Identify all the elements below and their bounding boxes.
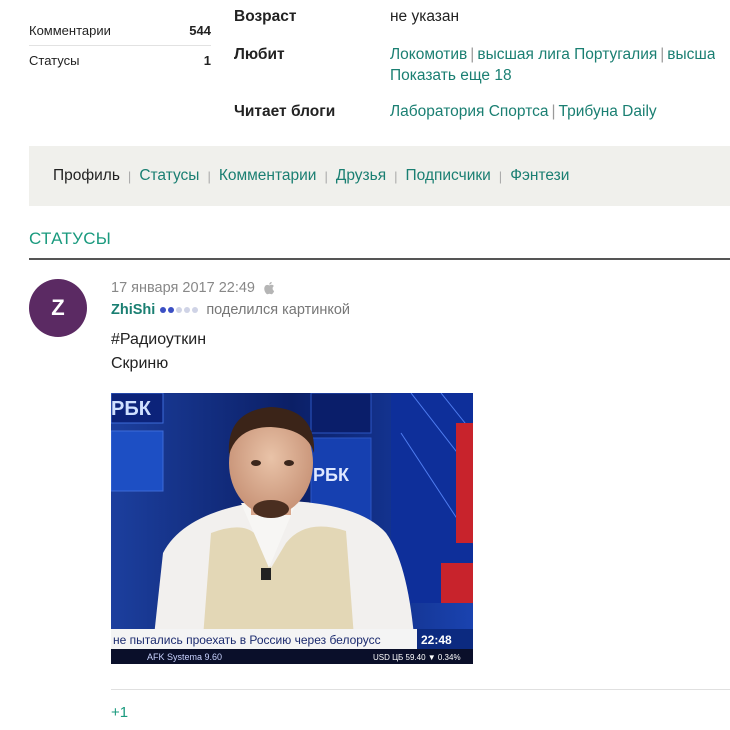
stat-comments[interactable]: Комментарии 544 <box>29 16 211 45</box>
info-row-blogs: Читает блоги Лаборатория Спортса | Трибуна… <box>234 101 657 122</box>
info-row-likes: Любит Локомотив | высшая лига Португалия | в… <box>234 44 715 86</box>
profile-page: Комментарии 544 Статусы 1 Возраст не ука… <box>0 0 730 730</box>
rating-dot <box>176 307 183 313</box>
post-author-row: ZhiShi поделился картинкой <box>111 302 350 318</box>
nav-separator: | <box>394 168 398 184</box>
show-more-link[interactable]: Показать еще 18 <box>390 65 715 86</box>
nav-separator: | <box>498 168 503 184</box>
info-label: Возраст <box>234 8 297 25</box>
post-divider <box>111 689 730 690</box>
nav-fantasy[interactable]: Фэнтези <box>510 167 569 185</box>
rating-dot <box>192 307 199 313</box>
apple-icon <box>264 281 275 295</box>
post-meta: 17 января 2017 22:49 <box>111 280 275 296</box>
channel-logo: РБК <box>313 465 350 485</box>
section-divider <box>29 258 730 260</box>
post-image[interactable]: РБК РБК не пытались проехать в Россию че… <box>111 393 473 664</box>
tv-screenshot: РБК РБК не пытались проехать в Россию че… <box>111 393 473 664</box>
nav-friends[interactable]: Друзья <box>336 167 386 185</box>
like-link[interactable]: высшая лига Португалия <box>477 46 657 63</box>
post-hashtag: #Радиоуткин <box>111 331 207 348</box>
stat-label: Комментарии <box>29 23 111 38</box>
stat-label: Статусы <box>29 52 80 68</box>
info-label: Любит <box>234 46 285 63</box>
plus-one-button[interactable]: +1 <box>111 704 128 721</box>
info-value: не указан <box>390 8 460 25</box>
likes-values: Локомотив | высшая лига Португалия | высша П… <box>390 44 715 86</box>
avatar[interactable]: Z <box>29 279 87 337</box>
rating-dots <box>160 307 200 313</box>
blog-link[interactable]: Трибуна Daily <box>559 103 657 120</box>
post-body: Скриню <box>111 355 169 372</box>
stat-statuses[interactable]: Статусы 1 <box>29 45 211 74</box>
author-name[interactable]: ZhiShi <box>111 302 155 318</box>
nav-comments[interactable]: Комментарии <box>219 167 317 185</box>
nav-subscribers[interactable]: Подписчики <box>406 167 491 185</box>
section-title: СТАТУСЫ <box>29 229 112 248</box>
ticker-text: не пытались проехать в Россию через бело… <box>113 633 381 647</box>
nav-profile[interactable]: Профиль <box>53 167 120 185</box>
stat-count: 544 <box>189 23 211 38</box>
blog-link[interactable]: Лаборатория Спортса <box>390 103 549 120</box>
ticker-usd: USD ЦБ 59.40 ▼ 0.34% <box>373 653 461 662</box>
nav-separator: | <box>127 168 132 184</box>
rating-dot <box>168 307 175 313</box>
rating-dot <box>184 307 191 313</box>
blogs-list: Лаборатория Спортса | Трибуна Daily <box>390 103 657 120</box>
channel-logo: РБК <box>111 398 152 420</box>
post-text: #Радиоуткин Скриню <box>111 328 206 376</box>
nav-separator: | <box>324 168 328 184</box>
profile-nav: Профиль | Статусы | Комментарии | Друзья… <box>29 146 730 206</box>
stat-count: 1 <box>203 52 211 68</box>
post-datetime: 17 января 2017 22:49 <box>111 280 255 296</box>
nav-separator: | <box>207 168 211 184</box>
ticker-time: 22:48 <box>421 633 452 647</box>
profile-stats: Комментарии 544 Статусы 1 <box>29 16 211 74</box>
rating-dot <box>160 307 167 313</box>
info-row-age: Возраст не указан <box>234 6 459 27</box>
likes-list: Локомотив | высшая лига Португалия | высша <box>390 46 716 63</box>
post-action: поделился картинкой <box>206 302 350 318</box>
like-link[interactable]: высша <box>667 46 715 63</box>
ticker-stock: AFK Systema 9.60 <box>147 652 222 662</box>
info-label: Читает блоги <box>234 103 336 120</box>
nav-statuses[interactable]: Статусы <box>139 167 199 185</box>
like-link[interactable]: Локомотив <box>390 46 467 63</box>
